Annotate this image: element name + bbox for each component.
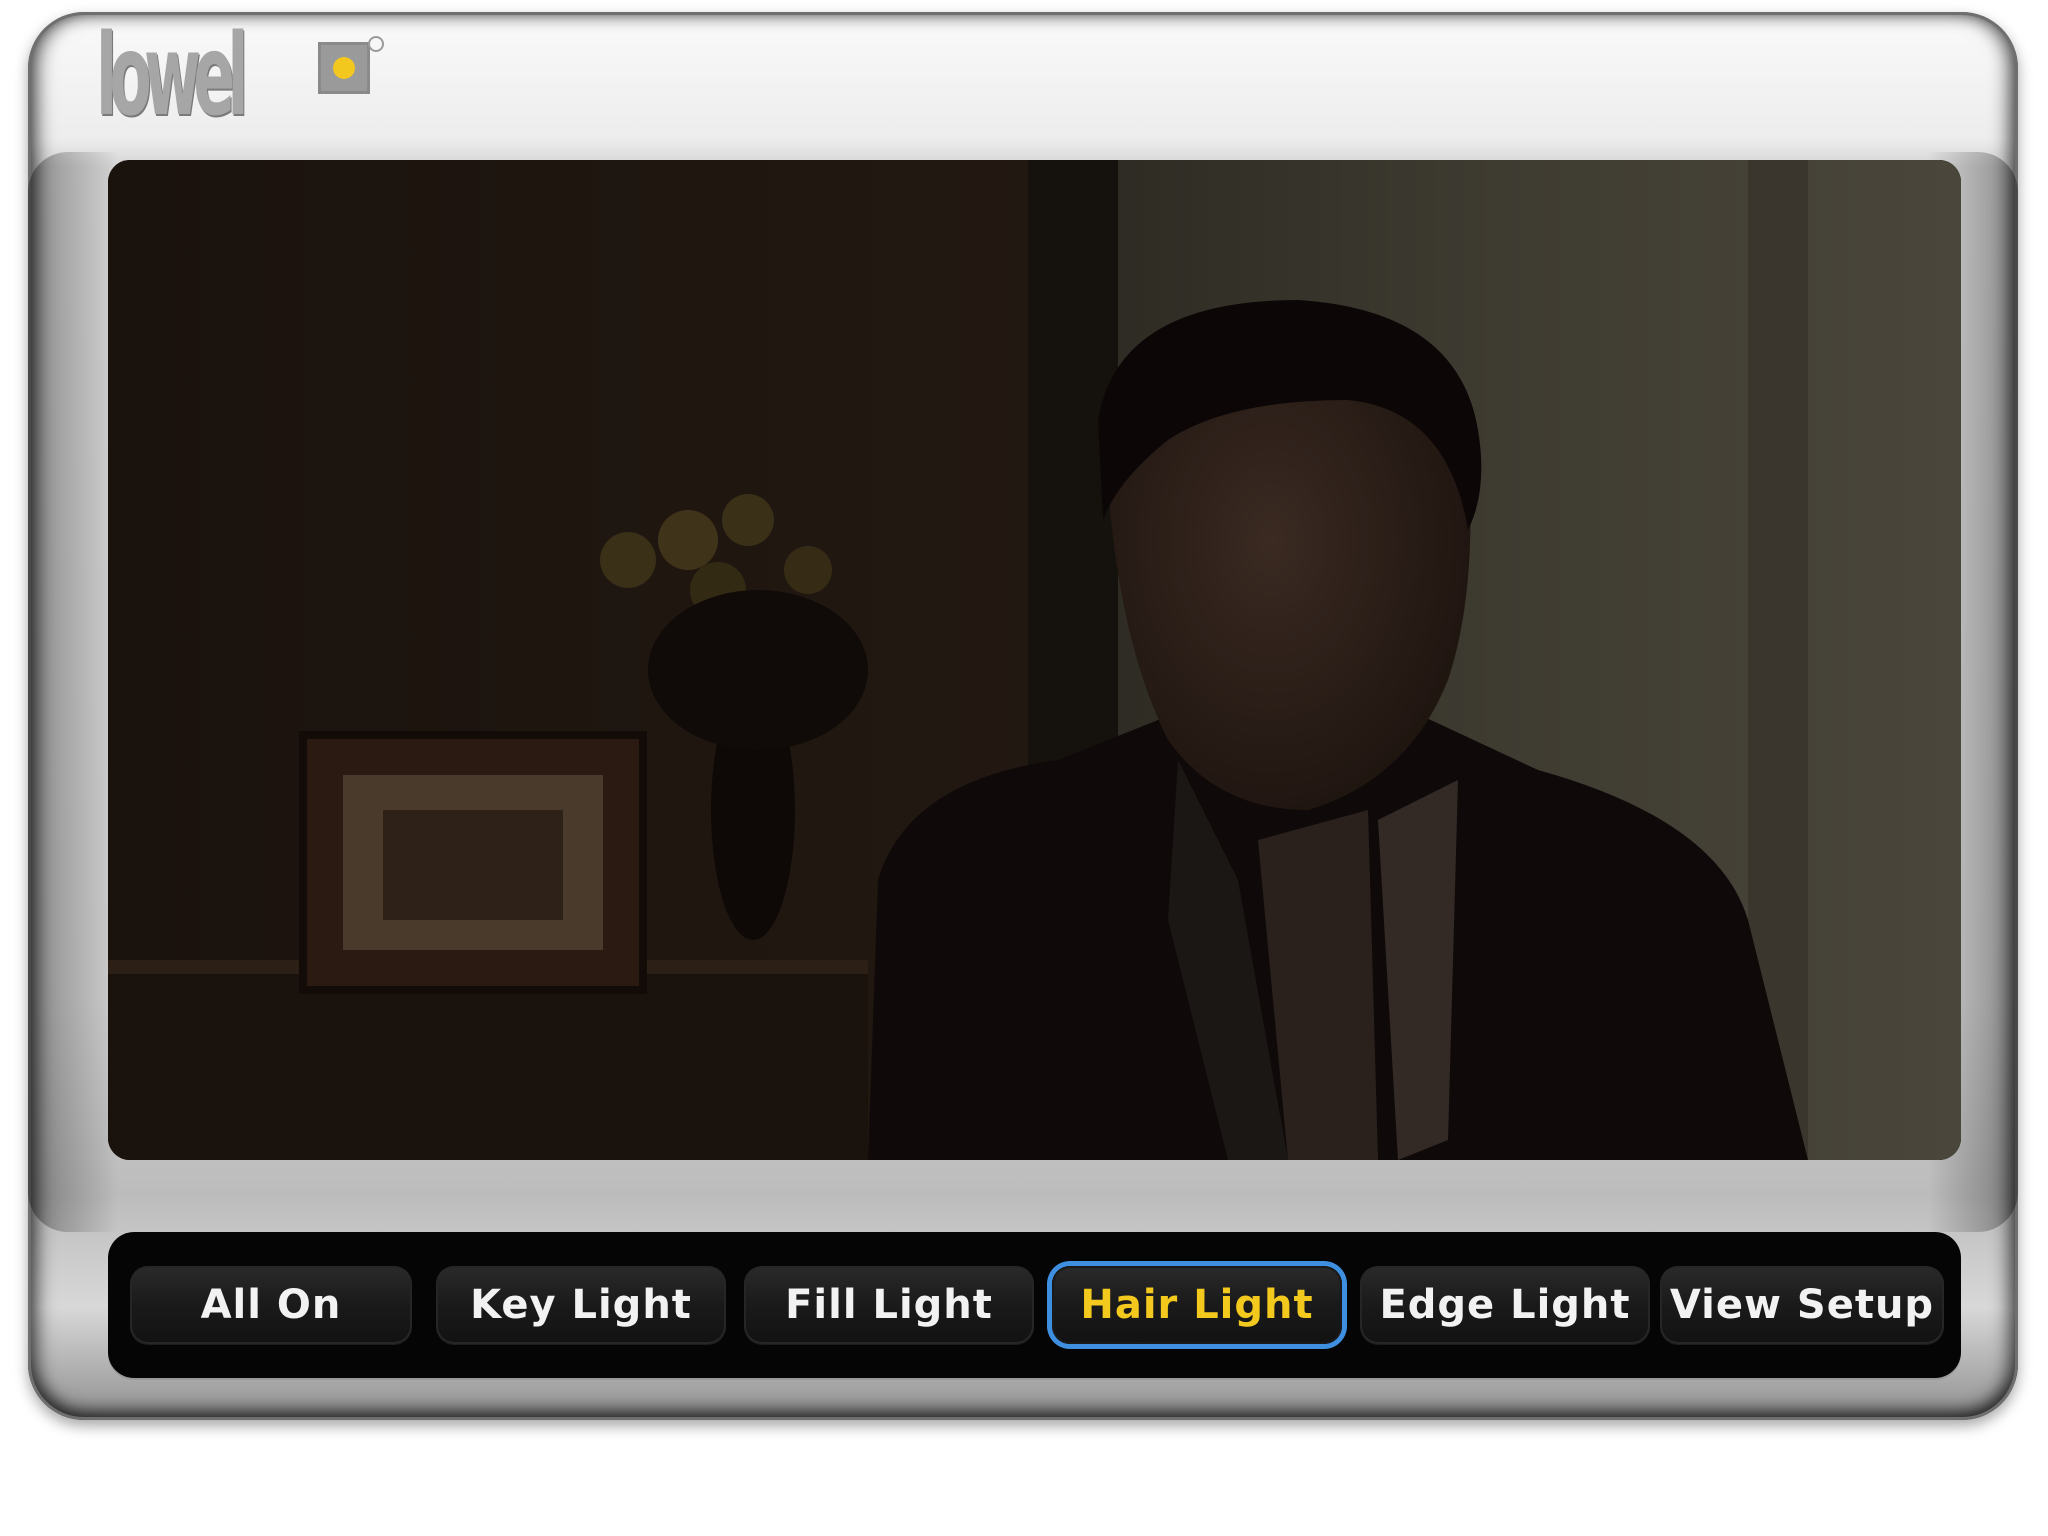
edge-light-button[interactable]: Edge Light xyxy=(1360,1266,1650,1344)
edge-light-label: Edge Light xyxy=(1379,1282,1631,1328)
key-light-button[interactable]: Key Light xyxy=(436,1266,726,1344)
frame-left-bevel xyxy=(28,152,118,1232)
light-control-bar: All On Key Light Fill Light Hair Light E… xyxy=(108,1232,1961,1378)
lowel-logo: lowel xyxy=(96,20,416,158)
key-light-label: Key Light xyxy=(470,1282,692,1328)
scene-image xyxy=(108,160,1961,1160)
view-setup-button[interactable]: View Setup xyxy=(1660,1266,1944,1344)
hair-light-label: Hair Light xyxy=(1080,1282,1314,1328)
hair-light-button[interactable]: Hair Light xyxy=(1052,1266,1342,1344)
registered-mark-icon xyxy=(368,36,384,52)
logo-dot xyxy=(333,57,355,79)
fill-light-button[interactable]: Fill Light xyxy=(744,1266,1034,1344)
all-on-label: All On xyxy=(200,1282,342,1328)
view-setup-label: View Setup xyxy=(1669,1282,1935,1328)
logo-light-icon xyxy=(318,42,370,94)
logo-wordmark: lowel xyxy=(96,11,248,141)
all-on-button[interactable]: All On xyxy=(130,1266,412,1344)
lighting-preview xyxy=(108,160,1961,1160)
fill-light-label: Fill Light xyxy=(785,1282,993,1328)
